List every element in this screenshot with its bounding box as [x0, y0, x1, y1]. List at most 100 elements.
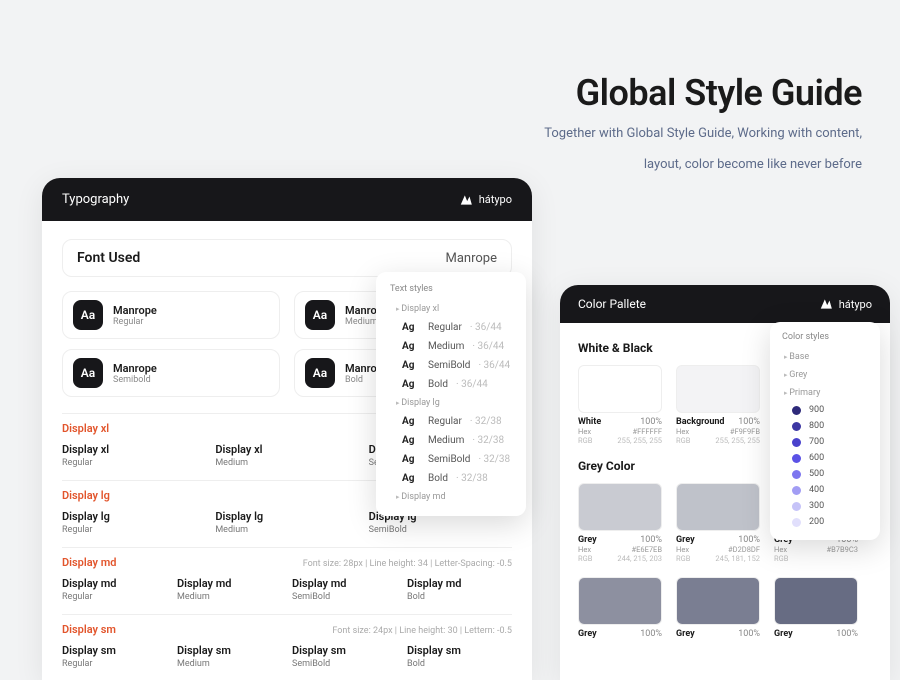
swatch-box: [578, 483, 662, 531]
swatch-hex: #D2D8DF: [728, 545, 760, 554]
color-dot-icon: [792, 422, 801, 431]
swatch-box: [676, 365, 760, 413]
spec-cell: Display sm Bold: [407, 644, 512, 669]
color-shade-item[interactable]: 900: [782, 402, 868, 418]
ag-icon: Ag: [402, 473, 420, 484]
spec-weight: Medium: [177, 592, 282, 602]
color-swatch[interactable]: Background100% Hex#F9F9FB RGB255, 255, 2…: [676, 365, 760, 445]
color-swatch[interactable]: Grey 100%: [578, 577, 662, 639]
spec-cell: Display md Medium: [177, 577, 282, 602]
spec-cell: Display md Regular: [62, 577, 167, 602]
color-swatch[interactable]: Grey100%: [774, 577, 858, 639]
text-style-item[interactable]: Ag Regular · 36/44: [390, 318, 512, 337]
spec-weight: Medium: [177, 659, 282, 669]
swatch-hex-label: Hex: [774, 545, 787, 554]
spec-weight: Medium: [215, 458, 358, 468]
font-used-label: Font Used: [77, 250, 140, 266]
aa-icon: Aa: [305, 358, 335, 388]
color-style-group[interactable]: Primary: [782, 384, 868, 402]
color-title: Color Pallete: [578, 297, 646, 311]
spec-name: Display lg: [62, 510, 205, 523]
swatch-rgb: 255, 255, 255: [715, 436, 760, 445]
text-style-group[interactable]: Display xl: [390, 300, 512, 318]
color-header: Color Pallete hátypo: [560, 285, 890, 323]
color-shade-item[interactable]: 600: [782, 450, 868, 466]
color-style-group[interactable]: Base: [782, 348, 868, 366]
color-swatch[interactable]: White100% Hex#FFFFFF RGB255, 255, 255: [578, 365, 662, 445]
ag-icon: Ag: [402, 435, 420, 446]
swatch-name: Grey: [676, 629, 695, 639]
font-chip[interactable]: Aa Manrope Semibold: [62, 349, 280, 397]
swatch-pct: 100%: [640, 535, 662, 545]
color-style-group[interactable]: Grey: [782, 366, 868, 384]
spec-weight: Bold: [407, 659, 512, 669]
spec-name: Display md: [177, 577, 282, 590]
color-shade-item[interactable]: 700: [782, 434, 868, 450]
swatch-pct: 100%: [738, 629, 760, 639]
color-shade-number: 700: [809, 437, 824, 447]
text-style-size: · 36/44: [478, 360, 510, 371]
color-shade-item[interactable]: 500: [782, 466, 868, 482]
color-shade-item[interactable]: 200: [782, 514, 868, 530]
hero-sub-1: Together with Global Style Guide, Workin…: [544, 124, 862, 145]
swatch-box: [578, 577, 662, 625]
spec-name: Display md: [407, 577, 512, 590]
swatch-pct: 100%: [738, 535, 760, 545]
logo-icon: [459, 193, 473, 207]
brand-name: hátypo: [479, 193, 512, 206]
spec-cell: Display xl Medium: [215, 443, 358, 468]
color-shade-number: 200: [809, 517, 824, 527]
text-style-group[interactable]: Display lg: [390, 394, 512, 412]
swatch-box: [676, 483, 760, 531]
logo-icon: [819, 297, 833, 311]
color-styles-head: Color styles: [782, 332, 868, 342]
color-swatch[interactable]: Grey100% Hex#E6E7EB RGB244, 215, 203: [578, 483, 662, 563]
text-style-group[interactable]: Display md: [390, 488, 512, 506]
color-swatch[interactable]: Grey 100%: [676, 577, 760, 639]
swatch-rgb: 255, 255, 255: [617, 436, 662, 445]
text-style-item[interactable]: Ag Medium · 36/44: [390, 337, 512, 356]
ag-icon: Ag: [402, 454, 420, 465]
typography-header: Typography hátypo: [42, 178, 532, 221]
color-dot-icon: [792, 518, 801, 527]
section-title: Display sm: [62, 623, 116, 636]
swatch-pct: 100%: [640, 629, 662, 639]
text-style-item[interactable]: Ag SemiBold · 32/38: [390, 450, 512, 469]
text-style-item[interactable]: Ag Bold · 36/44: [390, 375, 512, 394]
swatch-pct: 100%: [640, 417, 662, 427]
text-style-weight: Bold: [428, 473, 448, 484]
section-meta: Font size: 28px | Line height: 34 | Lett…: [303, 559, 512, 569]
spec-name: Display xl: [215, 443, 358, 456]
spec-weight: Regular: [62, 592, 167, 602]
spec-cell: Display sm SemiBold: [292, 644, 397, 669]
color-dot-icon: [792, 486, 801, 495]
spec-name: Display md: [62, 577, 167, 590]
color-dot-icon: [792, 406, 801, 415]
text-style-weight: Medium: [428, 435, 464, 446]
text-style-item[interactable]: Ag SemiBold · 36/44: [390, 356, 512, 375]
color-swatch[interactable]: Grey100% Hex#D2D8DF RGB245, 181, 152: [676, 483, 760, 563]
spec-name: Display md: [292, 577, 397, 590]
text-style-item[interactable]: Ag Bold · 32/38: [390, 469, 512, 488]
text-style-item[interactable]: Ag Medium · 32/38: [390, 431, 512, 450]
swatch-rgb: 245, 181, 152: [715, 554, 760, 563]
color-dot-icon: [792, 438, 801, 447]
swatch-hex: #E6E7EB: [631, 545, 662, 554]
font-chip-name: Manrope: [113, 362, 157, 375]
font-chip[interactable]: Aa Manrope Regular: [62, 291, 280, 339]
text-style-weight: SemiBold: [428, 360, 470, 371]
color-shade-item[interactable]: 800: [782, 418, 868, 434]
text-style-item[interactable]: Ag Regular · 32/38: [390, 412, 512, 431]
font-chip-weight: Regular: [113, 317, 157, 327]
color-shade-number: 900: [809, 405, 824, 415]
color-shade-item[interactable]: 300: [782, 498, 868, 514]
ag-icon: Ag: [402, 379, 420, 390]
swatch-name: Grey: [578, 629, 597, 639]
color-shade-item[interactable]: 400: [782, 482, 868, 498]
text-styles-popover: Text styles Display xl Ag Regular · 36/4…: [376, 272, 526, 516]
color-shade-number: 600: [809, 453, 824, 463]
typography-title: Typography: [62, 192, 129, 207]
swatch-hex-label: Hex: [578, 545, 591, 554]
spec-weight: Medium: [215, 525, 358, 535]
text-style-weight: SemiBold: [428, 454, 470, 465]
